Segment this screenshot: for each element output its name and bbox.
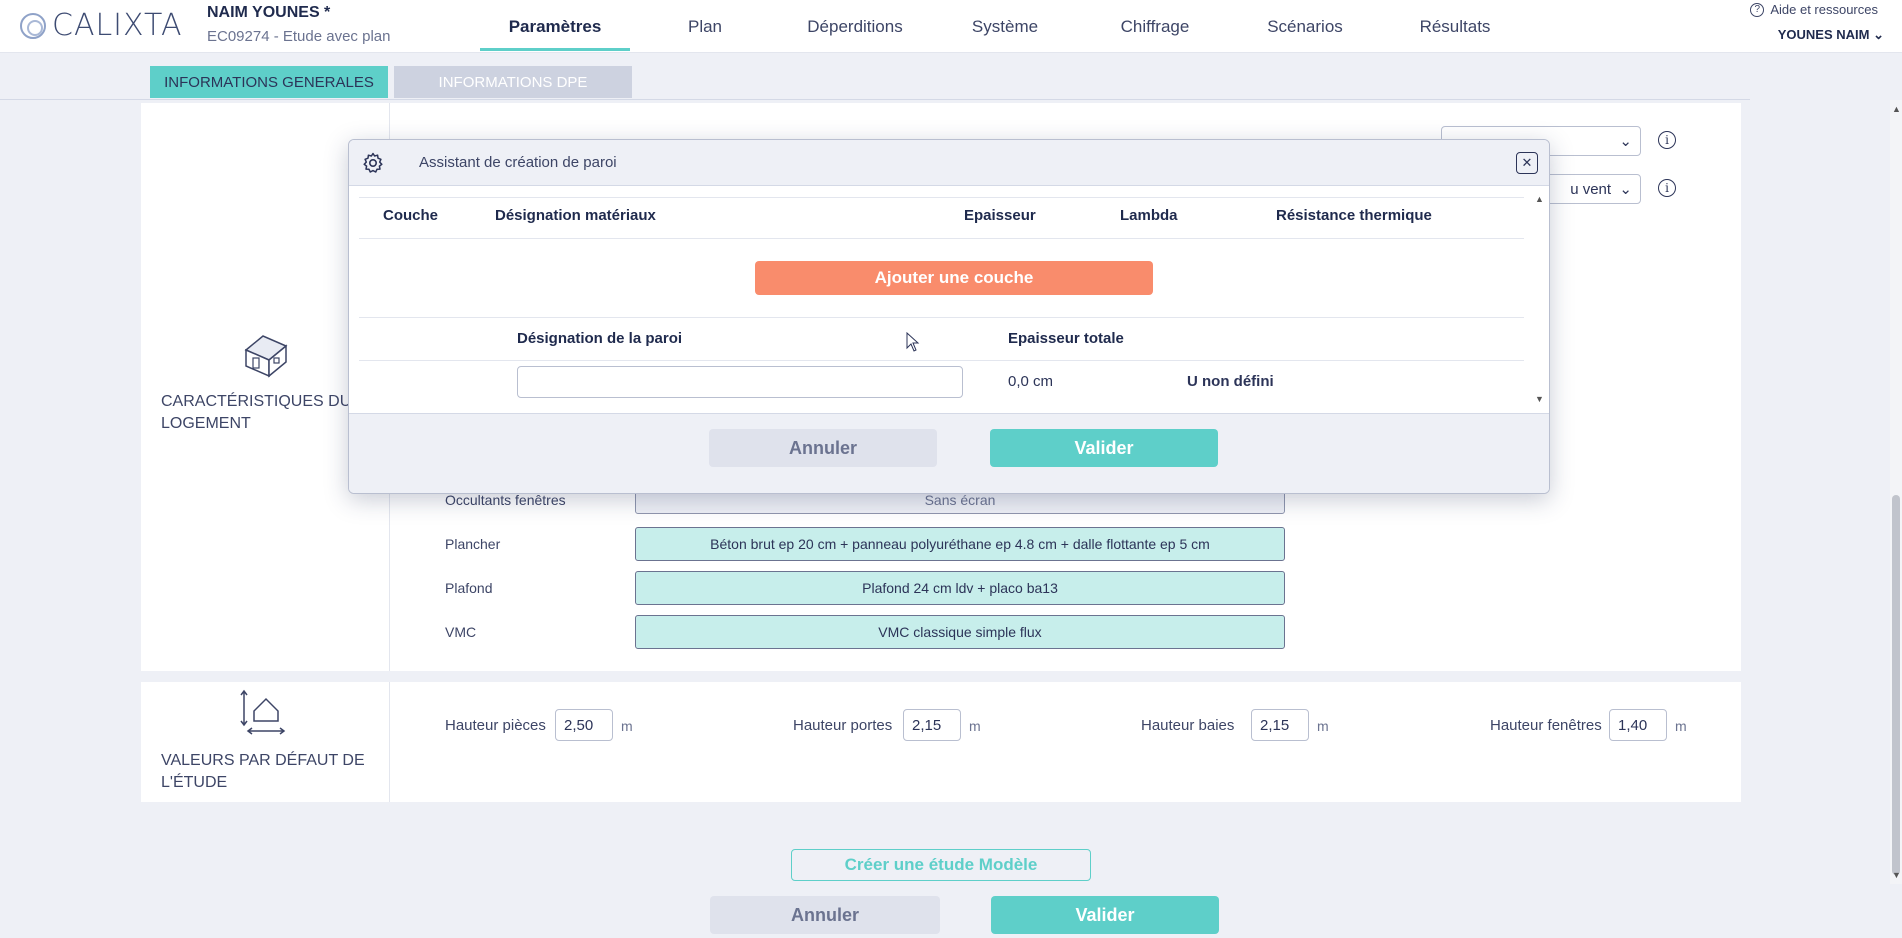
background-select-2-value: u vent bbox=[1570, 180, 1612, 198]
chevron-down-icon: ⌄ bbox=[1619, 181, 1632, 198]
footer-validate-button[interactable]: Valider bbox=[991, 896, 1219, 934]
plancher-value[interactable]: Béton brut ep 20 cm + panneau polyurétha… bbox=[635, 527, 1285, 561]
chevron-down-icon: ⌄ bbox=[1619, 133, 1632, 150]
modal-scroll-down-icon[interactable]: ▼ bbox=[1535, 394, 1544, 404]
help-label: Aide et ressources bbox=[1770, 2, 1878, 17]
row-label-plafond: Plafond bbox=[445, 580, 493, 596]
info-icon[interactable]: i bbox=[1658, 131, 1676, 149]
tab-informations-generales[interactable]: INFORMATIONS GENERALES bbox=[150, 66, 388, 98]
modal-validate-button[interactable]: Valider bbox=[990, 429, 1218, 467]
nav-scenarios[interactable]: Scénarios bbox=[1230, 0, 1380, 53]
nav-chiffrage[interactable]: Chiffrage bbox=[1080, 0, 1230, 53]
unit: m bbox=[969, 718, 981, 734]
nav-parametres[interactable]: Paramètres bbox=[480, 0, 630, 53]
chevron-down-icon: ⌄ bbox=[1873, 27, 1884, 42]
divider bbox=[359, 317, 1524, 318]
hauteur-baies-input[interactable]: 2,15 bbox=[1251, 709, 1309, 741]
logo-text: CALIXTA bbox=[52, 8, 183, 43]
modal-footer: Annuler Valider bbox=[349, 413, 1549, 493]
col-couche: Couche bbox=[383, 207, 439, 224]
nav-resultats[interactable]: Résultats bbox=[1380, 0, 1530, 53]
question-icon: ? bbox=[1750, 2, 1765, 17]
page-scrollbar[interactable]: ▲ ▼ bbox=[1890, 100, 1902, 884]
hauteur-portes-input[interactable]: 2,15 bbox=[903, 709, 961, 741]
modal-scroll-up-icon[interactable]: ▲ bbox=[1535, 194, 1544, 204]
row-label-occultants: Occultants fenêtres bbox=[445, 492, 566, 508]
hauteur-baies-label: Hauteur baies bbox=[1141, 717, 1235, 734]
col-designation-materiaux: Désignation matériaux bbox=[495, 207, 656, 224]
nav-plan[interactable]: Plan bbox=[630, 0, 780, 53]
modal-header: Assistant de création de paroi ✕ bbox=[349, 140, 1549, 186]
add-layer-button[interactable]: Ajouter une couche bbox=[755, 261, 1153, 295]
info-icon[interactable]: i bbox=[1658, 179, 1676, 197]
hauteur-pieces-label: Hauteur pièces bbox=[445, 717, 546, 734]
modal-title: Assistant de création de paroi bbox=[419, 154, 617, 171]
modal-cancel-button[interactable]: Annuler bbox=[709, 429, 937, 467]
logement-title: CARACTÉRISTIQUES DU LOGEMENT bbox=[161, 393, 352, 432]
plafond-value[interactable]: Plafond 24 cm ldv + placo ba13 bbox=[635, 571, 1285, 605]
house-icon bbox=[244, 335, 288, 378]
tabs-bar: INFORMATIONS GENERALES INFORMATIONS DPE bbox=[0, 54, 1750, 100]
hauteur-portes-label: Hauteur portes bbox=[793, 717, 893, 734]
col-lambda: Lambda bbox=[1120, 207, 1178, 224]
user-menu[interactable]: YOUNES NAIM ⌄ bbox=[1778, 27, 1884, 43]
vmc-value[interactable]: VMC classique simple flux bbox=[635, 615, 1285, 649]
row-label-vmc: VMC bbox=[445, 624, 477, 640]
scroll-down-icon[interactable]: ▼ bbox=[1892, 870, 1901, 880]
u-value: U non défini bbox=[1187, 373, 1274, 390]
app-header: CALIXTA NAIM YOUNES * EC09274 - Etude av… bbox=[0, 0, 1902, 53]
wall-creation-modal: Assistant de création de paroi ✕ ▲ ▼ Cou… bbox=[348, 139, 1550, 494]
height-house-icon bbox=[240, 689, 286, 735]
gear-icon bbox=[363, 152, 383, 173]
designation-paroi-header: Désignation de la paroi bbox=[517, 330, 683, 347]
hauteur-fenetres-label: Hauteur fenêtres bbox=[1490, 717, 1602, 734]
unit: m bbox=[621, 718, 633, 734]
nav-systeme[interactable]: Système bbox=[930, 0, 1080, 53]
scroll-up-icon[interactable]: ▲ bbox=[1892, 104, 1901, 114]
page-footer: Annuler Valider bbox=[0, 884, 1890, 938]
epaisseur-totale-header: Epaisseur totale bbox=[1008, 330, 1124, 347]
footer-cancel-button[interactable]: Annuler bbox=[710, 896, 940, 934]
help-link[interactable]: ? Aide et ressources bbox=[1750, 2, 1878, 17]
client-name: NAIM YOUNES * bbox=[207, 4, 331, 21]
main-nav: Paramètres Plan Déperditions Système Chi… bbox=[480, 0, 1530, 53]
study-name: EC09274 - Etude avec plan bbox=[207, 28, 391, 45]
divider bbox=[359, 238, 1524, 239]
unit: m bbox=[1317, 718, 1329, 734]
divider bbox=[359, 197, 1524, 198]
logo-icon bbox=[20, 12, 46, 39]
col-epaisseur: Epaisseur bbox=[964, 207, 1036, 224]
defaults-section: VALEURS PAR DÉFAUT DE L'ÉTUDE bbox=[141, 682, 1741, 802]
user-label: YOUNES NAIM bbox=[1777, 27, 1870, 42]
calixta-logo[interactable]: CALIXTA bbox=[20, 8, 183, 43]
create-model-button[interactable]: Créer une étude Modèle bbox=[791, 849, 1091, 881]
mouse-cursor-icon bbox=[906, 332, 920, 352]
wall-designation-input[interactable] bbox=[517, 366, 963, 398]
col-resistance-thermique: Résistance thermique bbox=[1276, 207, 1432, 224]
scroll-thumb[interactable] bbox=[1892, 495, 1900, 875]
unit: m bbox=[1675, 718, 1687, 734]
divider bbox=[359, 360, 1524, 361]
total-thickness-value: 0,0 cm bbox=[1008, 373, 1054, 390]
hauteur-pieces-input[interactable]: 2,50 bbox=[555, 709, 613, 741]
hauteur-fenetres-input[interactable]: 1,40 bbox=[1609, 709, 1667, 741]
close-icon[interactable]: ✕ bbox=[1516, 152, 1538, 174]
defaults-title: VALEURS PAR DÉFAUT DE L'ÉTUDE bbox=[161, 752, 365, 791]
tab-informations-dpe[interactable]: INFORMATIONS DPE bbox=[394, 66, 632, 98]
row-label-plancher: Plancher bbox=[445, 536, 501, 552]
defaults-section-header: VALEURS PAR DÉFAUT DE L'ÉTUDE bbox=[141, 682, 390, 802]
nav-deperditions[interactable]: Déperditions bbox=[780, 0, 930, 53]
